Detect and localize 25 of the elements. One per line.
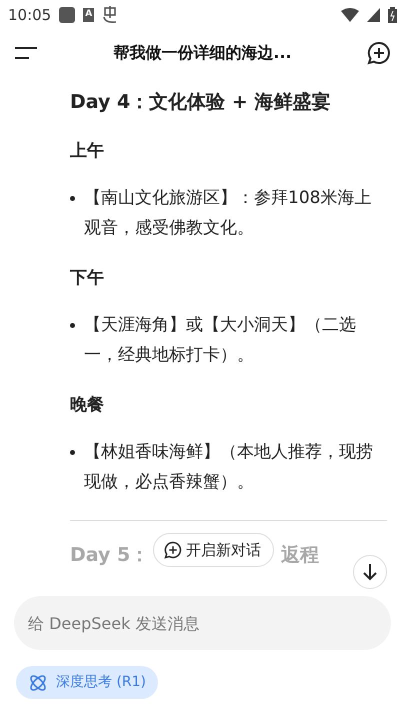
- clock: 10:05: [8, 4, 52, 26]
- section-heading: Day 5：: [70, 542, 150, 568]
- section-heading: 上午: [70, 140, 105, 162]
- app-icon: [59, 7, 76, 23]
- section-heading: Day 4：文化体验 + 海鲜盛宴: [70, 90, 332, 115]
- section-heading: 下午: [70, 266, 105, 290]
- bullet-text: 【天涯海角】或【大小洞天】（二选一，经典地标打卡）。: [70, 311, 387, 370]
- atom-icon: [28, 672, 48, 692]
- chat-title: 帮我做一份详细的海边...: [113, 42, 292, 64]
- new-chat-button[interactable]: 开启新对话: [153, 532, 274, 567]
- arrow-down-icon: [362, 563, 378, 581]
- section-heading: 晚餐: [70, 394, 105, 416]
- app-icon: [102, 6, 118, 24]
- new-chat-icon: [164, 540, 182, 559]
- battery-icon: [388, 7, 397, 23]
- new-chat-icon[interactable]: [366, 41, 391, 65]
- bullet-text: 【林姐香味海鲜】（本地人推荐，现捞现做，必点香辣蟹）。: [70, 438, 387, 498]
- section-heading: 返程: [281, 542, 320, 568]
- message-field[interactable]: 给 DeepSeek 发送消息: [14, 596, 391, 650]
- bullet-text: 【南山文化旅游区】：参拜108米海上观音，感受佛教文化。: [70, 184, 387, 244]
- menu-icon[interactable]: [14, 46, 38, 60]
- wifi-icon: [341, 8, 359, 22]
- notification-icon: A: [83, 8, 94, 22]
- signal-icon: [367, 8, 380, 22]
- scroll-down-button[interactable]: [353, 555, 387, 589]
